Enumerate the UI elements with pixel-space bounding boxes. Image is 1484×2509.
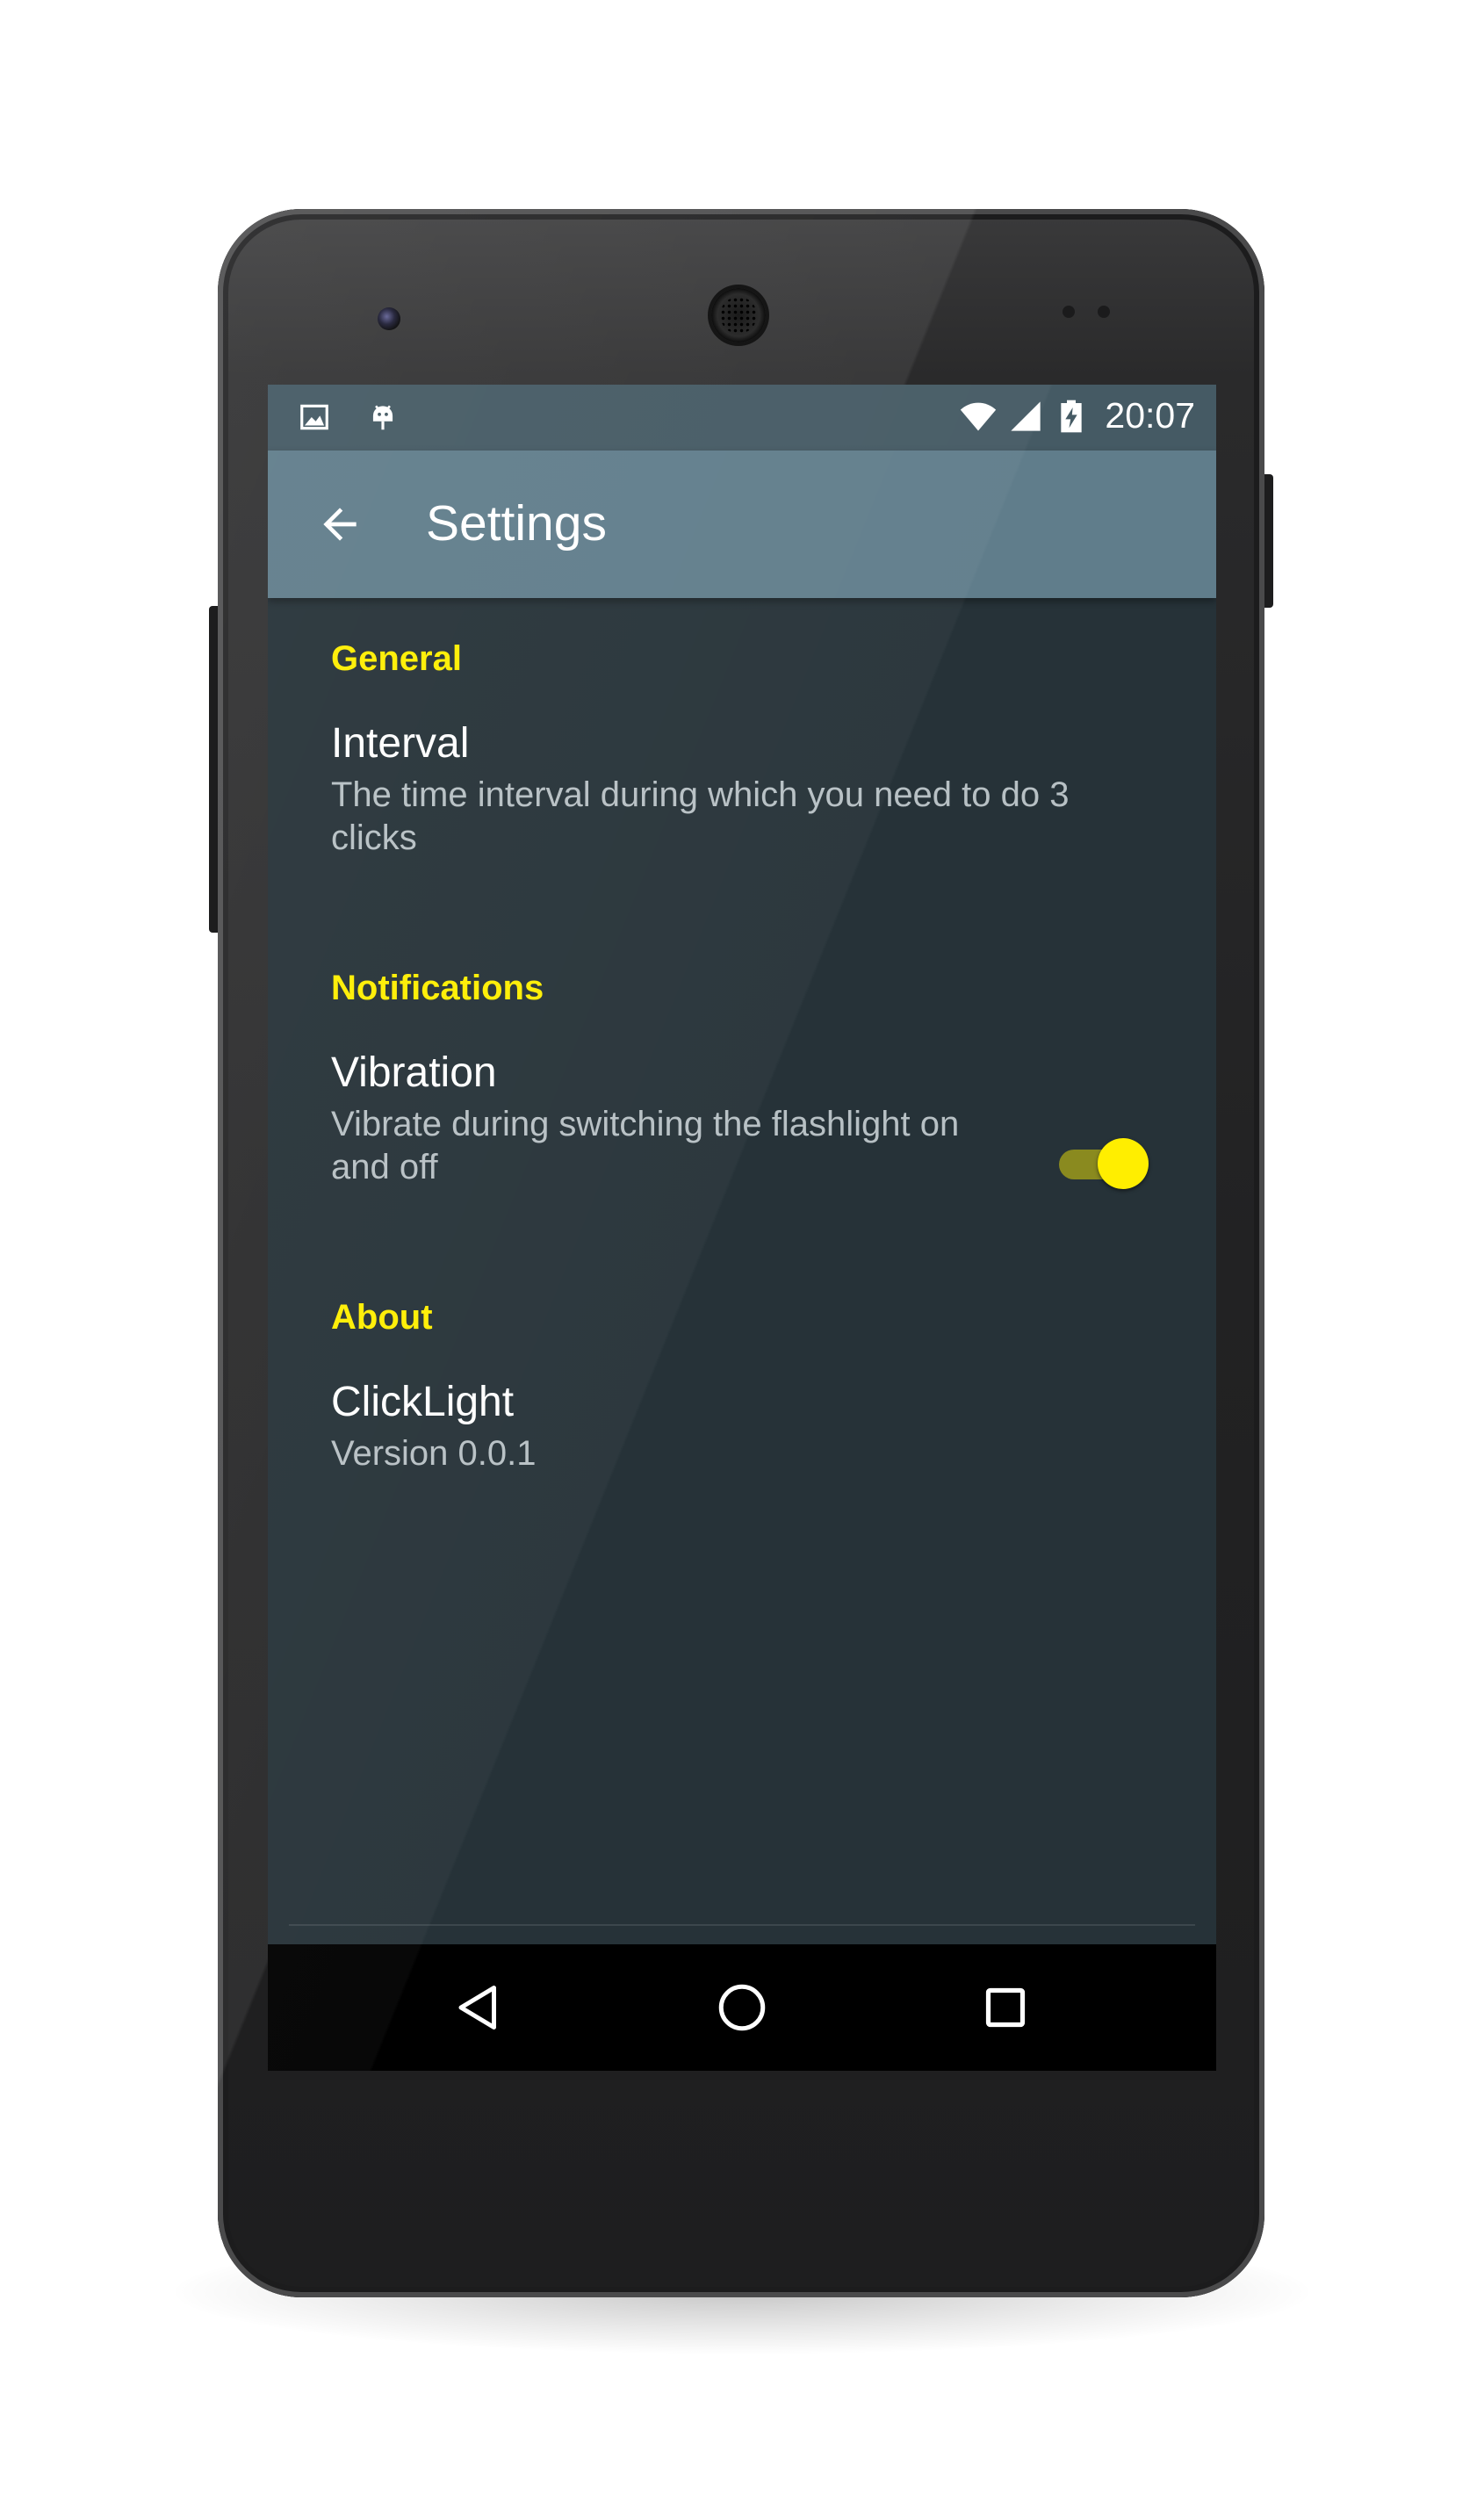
pref-vibration-title: Vibration — [331, 1049, 497, 1096]
app-bar: Settings — [268, 451, 1216, 598]
device-screen: 20:07 Settings General Interval The time… — [268, 385, 1216, 2071]
cell-signal-icon — [1011, 400, 1041, 431]
nav-home-button[interactable] — [698, 1964, 786, 2051]
page-title: Settings — [426, 495, 607, 552]
list-divider — [289, 1924, 1195, 1926]
vibration-toggle[interactable] — [1054, 1136, 1150, 1189]
pref-interval[interactable]: Interval The time interval during which … — [268, 677, 1216, 857]
pref-vibration-summary: Vibrate during switching the flashlight … — [331, 1105, 960, 1186]
light-sensor — [1098, 306, 1110, 318]
front-camera — [378, 307, 400, 330]
back-button[interactable] — [303, 487, 377, 561]
navigation-bar — [268, 1944, 1216, 2071]
nav-recents-button[interactable] — [962, 1964, 1049, 2051]
pref-interval-summary: The time interval during which you need … — [331, 775, 1070, 857]
battery-charging-icon — [1061, 400, 1083, 432]
category-about: About — [331, 1298, 433, 1337]
status-bar: 20:07 — [268, 385, 1216, 451]
pref-interval-title: Interval — [331, 720, 470, 767]
earpiece-speaker — [711, 288, 766, 342]
wifi-icon — [961, 402, 997, 430]
arrow-back-icon — [323, 508, 357, 541]
image-icon — [300, 404, 328, 430]
pref-app-info[interactable]: ClickLight Version 0.0.1 — [268, 1336, 1216, 1476]
nav-back-button[interactable] — [435, 1964, 522, 2051]
recents-square-icon — [985, 1987, 1026, 2028]
android-debug-icon — [372, 405, 393, 430]
screen-glare — [268, 385, 1216, 2071]
category-notifications: Notifications — [331, 969, 544, 1007]
pref-app-title: ClickLight — [331, 1379, 515, 1425]
pref-app-version: Version 0.0.1 — [331, 1434, 537, 1473]
category-general: General — [331, 639, 462, 678]
back-triangle-icon — [458, 1986, 496, 2030]
status-clock: 20:07 — [1105, 395, 1195, 436]
toggle-thumb — [1098, 1138, 1149, 1189]
proximity-sensor — [1063, 306, 1075, 318]
home-circle-icon — [718, 1984, 766, 2031]
